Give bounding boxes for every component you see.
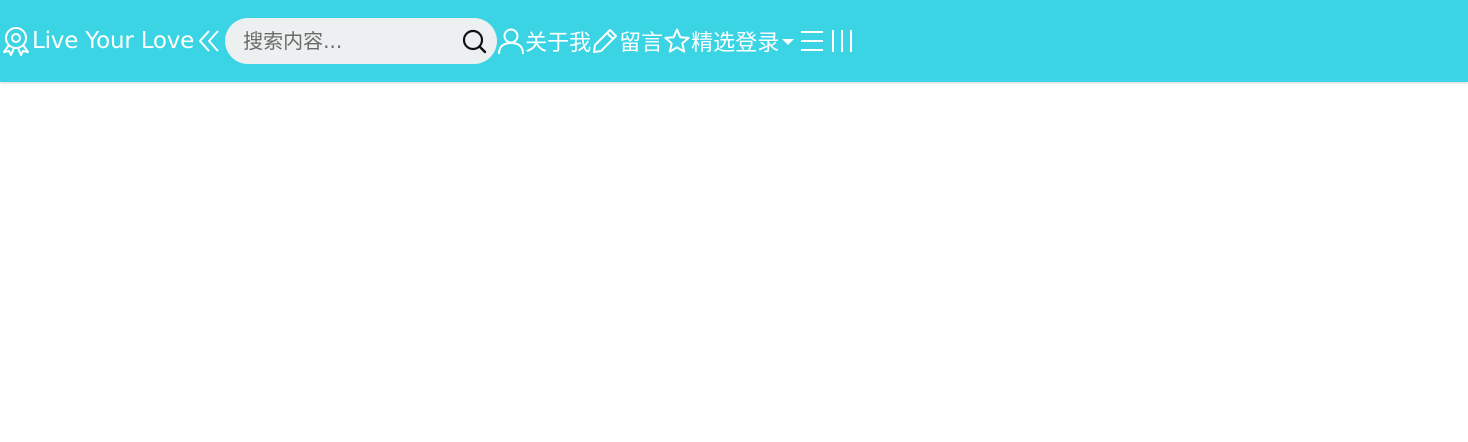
- award-icon: [3, 27, 29, 56]
- nav-item-guestbook-label: 留言: [619, 31, 664, 56]
- pencil-icon: [593, 29, 618, 53]
- search-box: [225, 18, 498, 64]
- caret-down-icon: [782, 39, 795, 45]
- search-input[interactable]: [225, 21, 454, 61]
- columns-icon[interactable]: [829, 28, 855, 54]
- nav-item-login[interactable]: 登录: [735, 0, 795, 82]
- search-icon[interactable]: [462, 29, 487, 54]
- nav-item-about-label: 关于我: [525, 31, 592, 56]
- user-icon: [498, 28, 525, 55]
- nav-item-featured-label: 精选: [691, 31, 736, 56]
- nav-item-featured[interactable]: 精选: [663, 0, 735, 82]
- nav-item-guestbook[interactable]: 留言: [591, 0, 663, 82]
- brand-title: Live Your Love: [32, 28, 195, 54]
- nav-item-login-label: 登录: [735, 31, 780, 56]
- star-icon: [664, 28, 690, 53]
- double-chevron-left-icon[interactable]: [196, 27, 224, 55]
- menu-icon[interactable]: [799, 28, 825, 54]
- brand-link[interactable]: Live Your Love: [0, 0, 194, 82]
- nav-item-about[interactable]: 关于我: [497, 0, 591, 82]
- top-navbar: Live Your Love 关于我 留言 精选 登录: [0, 0, 1468, 82]
